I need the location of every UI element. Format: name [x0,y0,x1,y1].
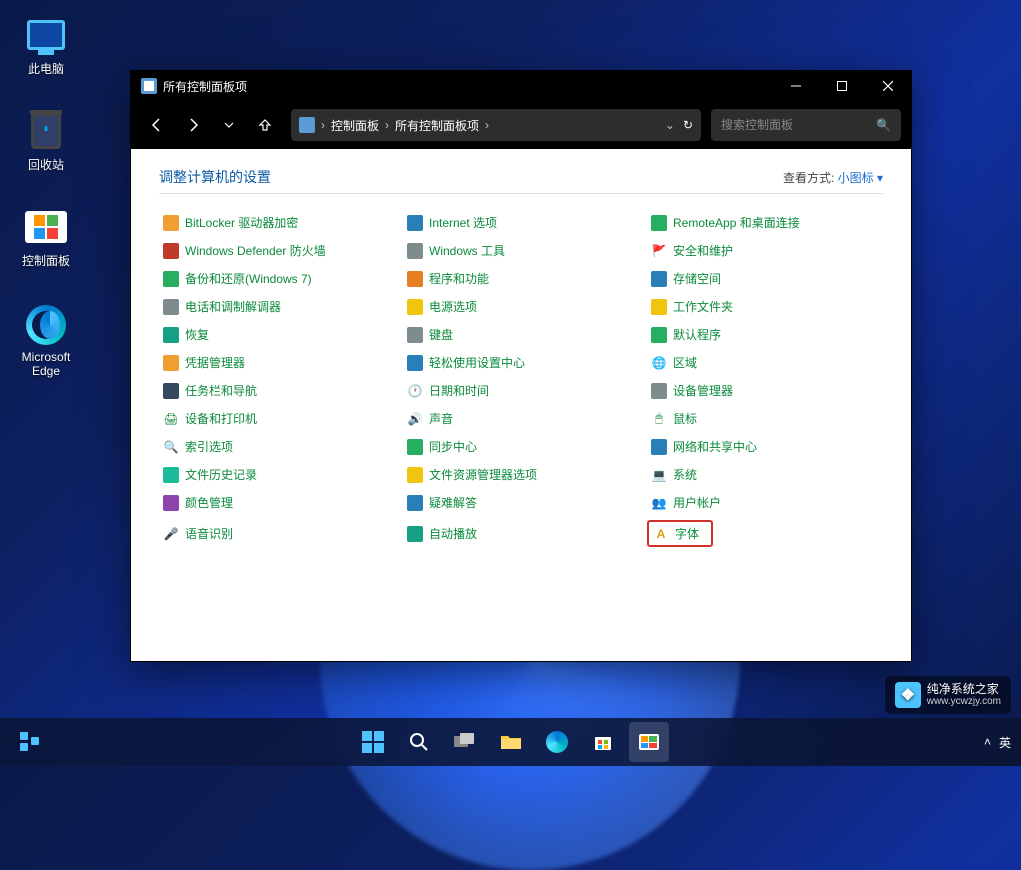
cp-item-color-management[interactable]: 颜色管理 [159,492,395,513]
cp-item-power-options[interactable]: 电源选项 [403,296,639,317]
cp-item-explorer-options[interactable]: 文件资源管理器选项 [403,464,639,485]
cp-item-troubleshooting[interactable]: 疑难解答 [403,492,639,513]
desktop-label: 控制面板 [22,252,70,269]
breadcrumb-current[interactable]: 所有控制面板项 [395,117,479,134]
store-button[interactable] [583,722,623,762]
cp-item-programs-features[interactable]: 程序和功能 [403,268,639,289]
cp-item-remoteapp[interactable]: RemoteApp 和桌面连接 [647,212,883,233]
cp-item-backup-restore[interactable]: 备份和还原(Windows 7) [159,268,395,289]
control-panel-taskbar-button[interactable] [629,722,669,762]
content-area: 调整计算机的设置 查看方式: 小图标 ▾ BitLocker 驱动器加密 Int… [131,149,911,661]
up-button[interactable] [249,109,281,141]
cp-item-file-history[interactable]: 文件历史记录 [159,464,395,485]
cp-item-default-programs[interactable]: 默认程序 [647,324,883,345]
breadcrumb-sep: › [485,118,489,132]
cp-item-bitlocker[interactable]: BitLocker 驱动器加密 [159,212,395,233]
edge-icon [26,305,66,345]
desktop-icon-control-panel[interactable]: 控制面板 [6,206,86,269]
divider [159,193,883,194]
cp-item-mouse[interactable]: 🖱鼠标 [647,408,883,429]
cp-item-indexing-options[interactable]: 🔍索引选项 [159,436,395,457]
search-box[interactable]: 🔍 [711,109,901,141]
cp-item-speech-recognition[interactable]: 🎤语音识别 [159,520,395,547]
search-icon[interactable]: 🔍 [876,118,891,132]
minimize-button[interactable] [773,71,819,101]
systray-chevron-icon[interactable]: ˄ [984,735,991,749]
view-mode-dropdown[interactable]: 小图标 ▾ [838,171,883,185]
desktop-icon-edge[interactable]: Microsoft Edge [6,304,86,378]
back-button[interactable] [141,109,173,141]
cp-item-devices-printers[interactable]: 🖨设备和打印机 [159,408,395,429]
cp-item-sync-center[interactable]: 同步中心 [403,436,639,457]
toolbar: › 控制面板 › 所有控制面板项 › ⌄ ↻ 🔍 [131,101,911,149]
desktop-label: 此电脑 [28,60,64,77]
cp-item-autoplay[interactable]: 自动播放 [403,520,639,547]
cp-item-fonts[interactable]: A字体 [647,520,713,547]
page-heading: 调整计算机的设置 [159,167,271,187]
taskbar: ˄ 英 [0,718,1021,766]
monitor-icon [27,20,65,50]
recycle-icon [31,113,61,149]
cp-item-security-maintenance[interactable]: 🚩安全和维护 [647,240,883,261]
refresh-icon[interactable]: ↻ [683,118,693,132]
desktop-icon-recycle[interactable]: 回收站 [6,110,86,173]
forward-button[interactable] [177,109,209,141]
desktop-label: Microsoft [22,350,71,364]
cp-item-credential-manager[interactable]: 凭据管理器 [159,352,395,373]
cp-item-recovery[interactable]: 恢复 [159,324,395,345]
ime-indicator[interactable]: 英 [999,734,1011,751]
edge-button[interactable] [537,722,577,762]
cp-item-defender-firewall[interactable]: Windows Defender 防火墙 [159,240,395,261]
explorer-button[interactable] [491,722,531,762]
titlebar[interactable]: 所有控制面板项 [131,71,911,101]
address-dropdown-icon[interactable]: ⌄ [665,118,675,132]
cp-item-user-accounts[interactable]: 👥用户帐户 [647,492,883,513]
control-panel-icon [299,117,315,133]
breadcrumb-sep: › [321,118,325,132]
search-button[interactable] [399,722,439,762]
desktop-label: Edge [32,364,60,378]
cp-item-work-folders[interactable]: 工作文件夹 [647,296,883,317]
cp-item-date-time[interactable]: 🕐日期和时间 [403,380,639,401]
watermark-icon: ❖ [895,682,921,708]
cp-item-sound[interactable]: 🔊声音 [403,408,639,429]
address-bar[interactable]: › 控制面板 › 所有控制面板项 › ⌄ ↻ [291,109,701,141]
control-panel-window: 所有控制面板项 › 控制面板 › 所有控制面板项 › ⌄ ↻ 🔍 调 [130,70,912,662]
cp-item-ease-of-access[interactable]: 轻松使用设置中心 [403,352,639,373]
cp-item-internet-options[interactable]: Internet 选项 [403,212,639,233]
breadcrumb-sep: › [385,118,389,132]
start-button[interactable] [353,722,393,762]
desktop-icon-this-pc[interactable]: 此电脑 [6,14,86,77]
control-panel-icon [25,211,67,243]
watermark: ❖ 纯净系统之家 www.ycwzjy.com [885,676,1011,714]
cp-item-storage-spaces[interactable]: 存储空间 [647,268,883,289]
cp-item-windows-tools[interactable]: Windows 工具 [403,240,639,261]
close-button[interactable] [865,71,911,101]
widgets-button[interactable] [10,722,50,762]
search-input[interactable] [721,118,876,132]
breadcrumb-root[interactable]: 控制面板 [331,117,379,134]
view-mode: 查看方式: 小图标 ▾ [783,169,883,186]
taskview-button[interactable] [445,722,485,762]
maximize-button[interactable] [819,71,865,101]
cp-item-device-manager[interactable]: 设备管理器 [647,380,883,401]
cp-item-network-sharing[interactable]: 网络和共享中心 [647,436,883,457]
desktop-label: 回收站 [28,156,64,173]
cp-item-phone-modem[interactable]: 电话和调制解调器 [159,296,395,317]
cp-item-region[interactable]: 🌐区域 [647,352,883,373]
control-panel-grid: BitLocker 驱动器加密 Internet 选项 RemoteApp 和桌… [159,212,883,547]
cp-item-keyboard[interactable]: 键盘 [403,324,639,345]
cp-item-system[interactable]: 💻系统 [647,464,883,485]
control-panel-icon [141,78,157,94]
cp-item-taskbar-navigation[interactable]: 任务栏和导航 [159,380,395,401]
window-title: 所有控制面板项 [163,78,247,95]
recent-dropdown[interactable] [213,109,245,141]
